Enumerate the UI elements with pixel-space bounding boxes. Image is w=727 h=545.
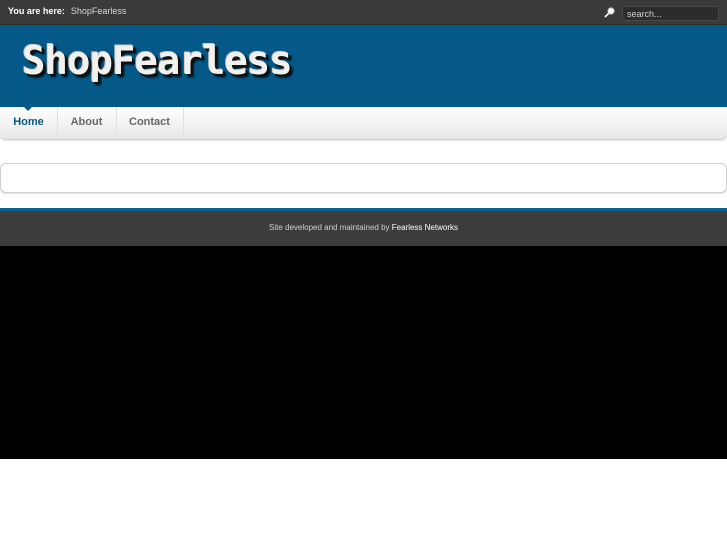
active-nav-indicator (24, 107, 32, 111)
breadcrumb: You are here: ShopFearless (8, 6, 126, 16)
site-header: ShopFearless (0, 25, 727, 107)
site-logo[interactable]: ShopFearless (22, 39, 293, 84)
nav-item-about[interactable]: About (57, 107, 117, 139)
breadcrumb-label: You are here: (8, 6, 65, 16)
site-footer: Site developed and maintained by Fearles… (0, 211, 727, 246)
footer-link[interactable]: Fearless Networks (392, 223, 458, 232)
content-box (0, 163, 727, 193)
search-icon[interactable] (603, 5, 617, 19)
main-nav: Home About Contact (0, 107, 727, 140)
nav-item-home[interactable]: Home (0, 107, 58, 139)
top-bar: You are here: ShopFearless (0, 0, 727, 25)
footer-text: Site developed and maintained by (268, 223, 390, 232)
search-input[interactable] (622, 6, 719, 21)
breadcrumb-current[interactable]: ShopFearless (71, 6, 127, 16)
black-panel (0, 246, 727, 459)
nav-item-contact[interactable]: Contact (116, 107, 184, 139)
